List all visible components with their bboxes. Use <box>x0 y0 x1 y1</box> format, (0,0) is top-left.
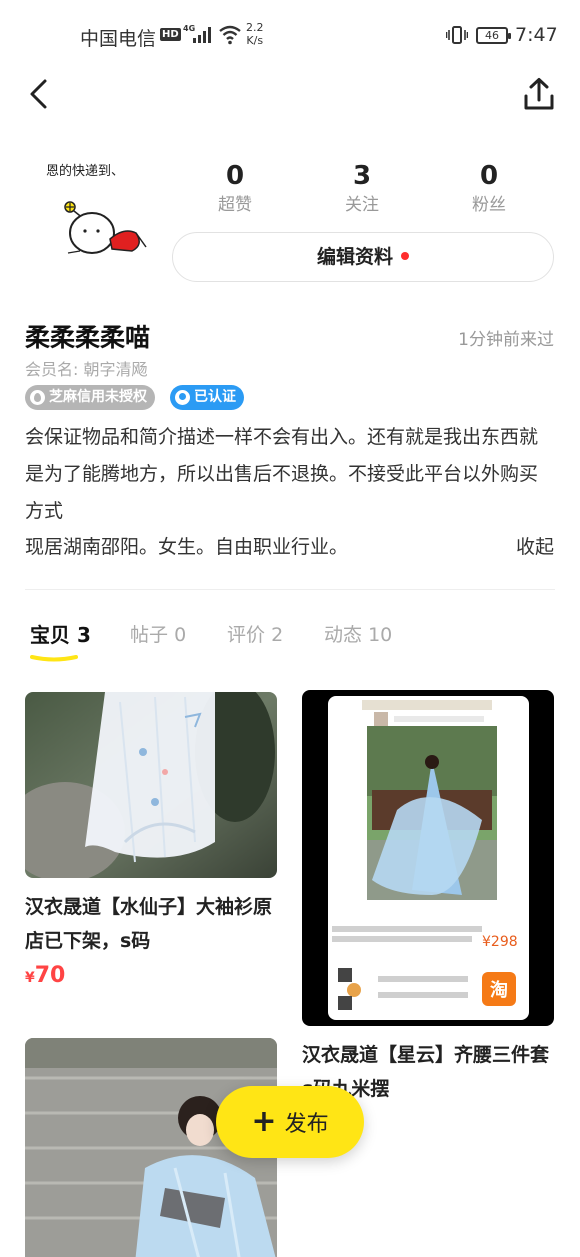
edit-profile-button[interactable]: 编辑资料 <box>172 232 554 282</box>
network-speed: 2.2 K/s <box>246 21 264 47</box>
wifi-icon <box>218 25 242 49</box>
product-price-1: ¥70 <box>25 963 65 988</box>
notification-dot <box>401 251 409 260</box>
status-bar: 中国电信 HD 4G 2.2 K/s 46 7:47 <box>0 0 580 70</box>
tab-items-count: 3 <box>76 623 91 647</box>
stat-likes-label: 超赞 <box>218 195 252 215</box>
avatar-caption: 恩的快递到、 <box>46 163 124 179</box>
chevron-left-icon <box>30 79 47 109</box>
profile-location: 现居湖南邵阳。女生。自由职业行业。 <box>25 536 349 558</box>
tab-reviews-label: 评价 <box>227 624 266 646</box>
product-image-1[interactable] <box>25 692 277 878</box>
share-icon <box>524 78 554 110</box>
inner-price: ¥298 <box>482 934 518 950</box>
stat-following[interactable]: 3 关注 <box>312 160 412 218</box>
speed-value: 2.2 <box>246 21 264 34</box>
signal-icon: 4G <box>183 24 213 48</box>
avatar[interactable]: 恩的快递到、 <box>40 155 158 267</box>
stat-likes-value: 0 <box>225 161 245 191</box>
svg-text:4G: 4G <box>183 24 195 33</box>
taobao-icon: 淘 <box>490 979 508 1001</box>
stat-likes[interactable]: 0 超赞 <box>185 160 285 218</box>
back-button[interactable] <box>22 76 58 112</box>
member-name: 会员名: 朝字清飏 <box>25 360 148 379</box>
battery-icon: 46 <box>476 27 511 44</box>
vibrate-icon <box>445 26 469 48</box>
divider <box>25 589 555 590</box>
stat-followers[interactable]: 0 粉丝 <box>439 160 539 218</box>
currency-symbol: ¥ <box>25 970 35 986</box>
stat-followers-label: 粉丝 <box>472 195 506 215</box>
tab-posts[interactable]: 帖子 0 <box>130 620 186 647</box>
clock: 7:47 <box>515 24 558 46</box>
publish-label: 发布 <box>284 1112 329 1137</box>
product-title-1[interactable]: 汉衣晟道【水仙子】大袖衫原店已下架，s码 <box>25 890 277 958</box>
tab-moments-count: 10 <box>368 624 393 646</box>
tab-items-label: 宝贝 <box>30 623 70 647</box>
tab-reviews[interactable]: 评价 2 <box>227 620 283 647</box>
sesame-credit-badge[interactable]: 芝麻信用未授权 <box>25 385 155 410</box>
verified-label: 已认证 <box>194 389 236 405</box>
edit-profile-label: 编辑资料 <box>316 246 393 268</box>
plus-icon: + <box>251 1104 277 1139</box>
tab-reviews-count: 2 <box>271 624 284 646</box>
product-image-2[interactable]: ¥298 淘 <box>302 690 554 1026</box>
stat-followers-value: 0 <box>479 161 499 191</box>
collapse-button[interactable]: 收起 <box>516 529 554 566</box>
tab-posts-label: 帖子 <box>130 624 169 646</box>
speed-unit: K/s <box>246 34 264 47</box>
profile-nickname: 柔柔柔柔喵 <box>25 323 151 352</box>
publish-button[interactable]: + 发布 <box>216 1086 364 1158</box>
stat-following-value: 3 <box>352 161 372 191</box>
tab-moments[interactable]: 动态 10 <box>324 620 392 647</box>
profile-bio: 会保证物品和简介描述一样不会有出入。还有就是我出东西就是为了能腾地方，所以出售后… <box>25 426 539 522</box>
hd-icon: HD <box>160 28 181 41</box>
verified-badge[interactable]: 已认证 <box>170 385 244 410</box>
carrier-name: 中国电信 <box>80 28 157 50</box>
user-verified-icon <box>175 390 190 405</box>
stat-following-label: 关注 <box>345 195 379 215</box>
share-button[interactable] <box>520 76 558 114</box>
sesame-icon <box>30 390 45 405</box>
last-seen-text: 1分钟前来过 <box>458 330 554 350</box>
tab-moments-label: 动态 <box>324 624 363 646</box>
tab-posts-count: 0 <box>174 624 187 646</box>
price-amount: 70 <box>34 963 66 988</box>
active-tab-indicator <box>30 655 78 662</box>
tab-items[interactable]: 宝贝 3 <box>30 619 91 648</box>
sesame-credit-label: 芝麻信用未授权 <box>49 389 147 405</box>
